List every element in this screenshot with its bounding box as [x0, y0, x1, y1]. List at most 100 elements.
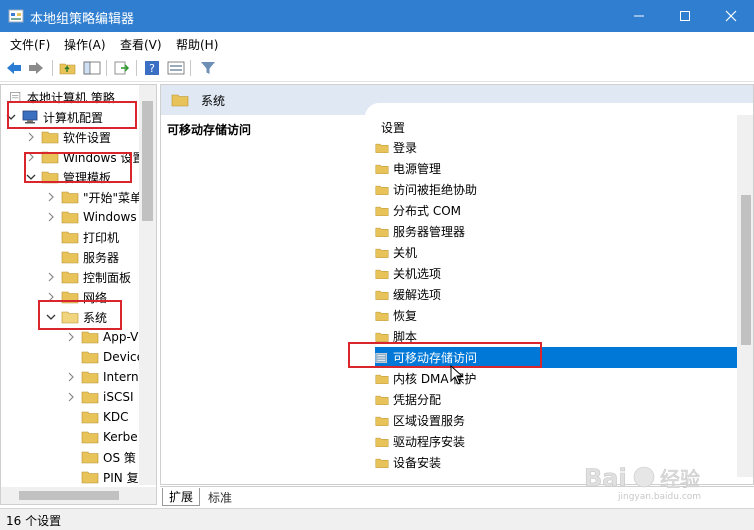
settings-list-item[interactable]: 缓解选项 — [375, 284, 737, 305]
tree-root[interactable]: 本地计算机 策略 — [9, 87, 115, 107]
tree-hscroll-thumb[interactable] — [19, 491, 119, 500]
folder-icon — [61, 291, 79, 304]
settings-list-item[interactable]: 凭据分配 — [375, 389, 737, 410]
tree-item-appv[interactable]: App-V — [65, 327, 138, 347]
settings-list-item[interactable]: 恢复 — [375, 305, 737, 326]
tree-item-start-menu[interactable]: "开始"菜单 — [45, 187, 142, 207]
chevron-right-icon[interactable] — [45, 191, 57, 203]
folder-icon — [61, 191, 79, 204]
tree-item-windows-settings[interactable]: Windows 设置 — [25, 147, 144, 167]
chevron-right-icon[interactable] — [45, 211, 57, 223]
chevron-down-icon[interactable] — [25, 171, 37, 183]
help-button[interactable]: ? — [142, 58, 162, 78]
folder-icon — [375, 248, 389, 258]
folder-icon — [61, 231, 79, 244]
tree-item-network[interactable]: 网络 — [45, 287, 107, 307]
details-pane: 系统 可移动存储访问 设置 登录 电源管理 访问被拒绝协助 分布式 COM 服务器管理器… — [160, 84, 754, 485]
folder-icon — [375, 374, 389, 384]
tree-item-pin[interactable]: PIN 复 — [81, 467, 139, 487]
chevron-right-icon[interactable] — [45, 291, 57, 303]
menu-help[interactable]: 帮助(H) — [176, 36, 218, 53]
tree-item-label: iSCSI — [103, 390, 134, 404]
tree-item-system[interactable]: 系统 — [45, 307, 107, 327]
properties-button[interactable] — [166, 58, 186, 78]
status-text: 16 个设置 — [6, 514, 62, 528]
back-button[interactable] — [4, 58, 24, 78]
arrow-left-icon — [7, 62, 21, 74]
tree-vertical-scrollbar[interactable] — [139, 85, 156, 485]
list-vertical-scrollbar[interactable] — [737, 115, 753, 477]
settings-list-item[interactable]: 电源管理 — [375, 158, 737, 179]
settings-list-item-label: 可移动存储访问 — [393, 351, 478, 365]
tree-item-kerberos[interactable]: Kerbe — [81, 427, 138, 447]
tree-horizontal-scrollbar[interactable] — [1, 487, 156, 504]
export-list-button[interactable] — [112, 58, 132, 78]
settings-list-item[interactable]: 驱动程序安装 — [375, 431, 737, 452]
tree-item-label: 管理模板 — [63, 170, 112, 185]
tab-extended[interactable]: 扩展 — [162, 488, 201, 506]
console-tree[interactable]: 本地计算机 策略 计算机配置 软件设置 Windows 设置 管理模板 "开始"… — [0, 84, 157, 505]
tree-item-windows-components[interactable]: Windows — [45, 207, 137, 227]
menu-view[interactable]: 查看(V) — [120, 36, 162, 53]
settings-list-item-label: 登录 — [393, 141, 418, 155]
minimize-button[interactable] — [616, 0, 662, 32]
tree-item-computer-config[interactable]: 计算机配置 — [5, 107, 103, 127]
tree-item-label: 系统 — [83, 310, 108, 325]
settings-list-item[interactable]: 关机选项 — [375, 263, 737, 284]
show-hide-tree-button[interactable] — [82, 58, 102, 78]
tab-standard[interactable]: 标准 — [202, 488, 238, 506]
chevron-down-icon[interactable] — [5, 111, 17, 123]
chevron-right-icon[interactable] — [25, 151, 37, 163]
tree-item-printers[interactable]: 打印机 — [61, 227, 119, 247]
filter-button[interactable] — [198, 58, 218, 78]
menu-file[interactable]: 文件(F) — [10, 36, 50, 53]
maximize-button[interactable] — [662, 0, 708, 32]
chevron-right-icon[interactable] — [65, 331, 77, 343]
settings-list-item[interactable]: 脚本 — [375, 326, 737, 347]
tree-scroll-thumb[interactable] — [142, 101, 153, 221]
settings-list-item-label: 驱动程序安装 — [393, 435, 466, 449]
chevron-right-icon[interactable] — [25, 131, 37, 143]
up-folder-button[interactable] — [58, 58, 78, 78]
settings-list-item[interactable]: 分布式 COM — [375, 200, 737, 221]
settings-list-item[interactable]: 登录 — [375, 137, 737, 158]
close-button[interactable] — [708, 0, 754, 32]
settings-list-item[interactable]: 关机 — [375, 242, 737, 263]
tree-item-label: KDC — [103, 410, 129, 424]
folder-icon — [41, 171, 59, 184]
tree-item-label: "开始"菜单 — [83, 190, 143, 205]
folder-icon — [375, 164, 389, 174]
tree-item-control-panel[interactable]: 控制面板 — [45, 267, 131, 287]
tree-item-admin-templates[interactable]: 管理模板 — [25, 167, 111, 187]
menu-action[interactable]: 操作(A) — [64, 36, 106, 53]
settings-list-item[interactable]: 服务器管理器 — [375, 221, 737, 242]
settings-list-item-label: 分布式 COM — [393, 204, 461, 218]
svg-text:?: ? — [149, 62, 155, 75]
settings-list-item[interactable]: 访问被拒绝协助 — [375, 179, 737, 200]
tree-item-internet[interactable]: Interne — [65, 367, 146, 387]
settings-list-item[interactable]: 内核 DMA 保护 — [375, 368, 737, 389]
forward-button[interactable] — [26, 58, 46, 78]
chevron-right-icon[interactable] — [65, 371, 77, 383]
tree-item-iscsi[interactable]: iSCSI — [65, 387, 134, 407]
settings-column-header[interactable]: 设置 — [381, 119, 405, 136]
chevron-right-icon[interactable] — [45, 271, 57, 283]
chevron-down-icon[interactable] — [45, 311, 57, 323]
console-tree-icon — [83, 61, 101, 75]
tree-item-server[interactable]: 服务器 — [61, 247, 119, 267]
folder-icon — [375, 416, 389, 426]
settings-list-item[interactable]: 区域设置服务 — [375, 410, 737, 431]
settings-list[interactable]: 设置 登录电源管理 访问被拒绝协助分布式 COM 服务器管理器 关机 关机选项 缓解选项恢… — [365, 103, 753, 484]
chevron-right-icon[interactable] — [65, 391, 77, 403]
settings-list-item[interactable]: 可移动存储访问 — [375, 347, 737, 368]
folder-icon — [171, 94, 189, 107]
tree-item-device[interactable]: Device — [81, 347, 144, 367]
tree-item-label: Windows 设置 — [63, 150, 145, 165]
list-scroll-thumb[interactable] — [741, 195, 751, 345]
tree-item-os-policy[interactable]: OS 策 — [81, 447, 136, 467]
tree-item-kdc[interactable]: KDC — [81, 407, 129, 427]
folder-icon — [375, 311, 389, 321]
folder-icon — [81, 391, 99, 404]
tree-item-software[interactable]: 软件设置 — [25, 127, 111, 147]
folder-icon — [61, 271, 79, 284]
